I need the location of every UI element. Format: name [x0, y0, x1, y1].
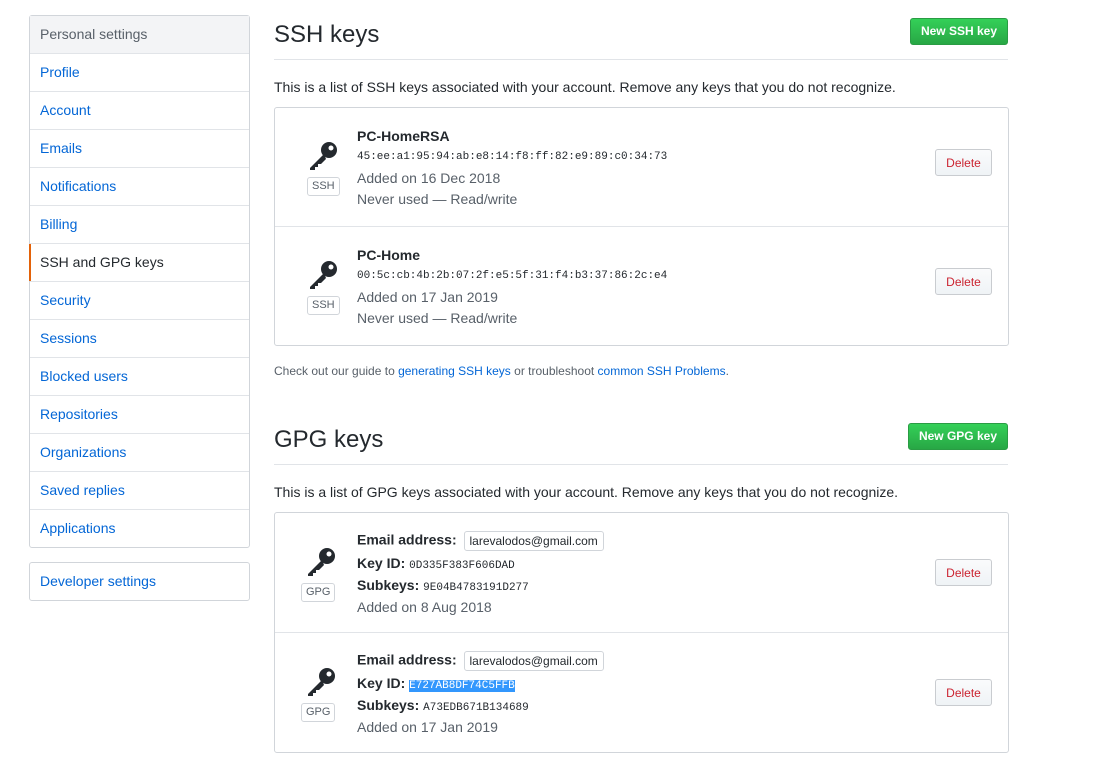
gpg-subkeys-line: Subkeys: A73EDB671B134689	[357, 697, 529, 714]
sidebar-item-applications[interactable]: Applications	[30, 510, 249, 547]
gpg-keys-list: GPG Email address: larevalodos@gmail.com…	[274, 512, 1009, 753]
sidebar-item-billing[interactable]: Billing	[30, 206, 249, 244]
new-gpg-key-button[interactable]: New GPG key	[907, 423, 1008, 450]
gpg-email-badge: larevalodos@gmail.com	[463, 651, 604, 671]
ssh-key-usage: Never used — Read/write	[357, 191, 518, 207]
gpg-section-header: GPG keys New GPG key	[274, 419, 1008, 465]
gpg-key-type-badge: GPG	[301, 703, 336, 722]
new-ssh-key-button[interactable]: New SSH key	[909, 18, 1008, 45]
sidebar-item-organizations[interactable]: Organizations	[30, 434, 249, 472]
sidebar-item-profile[interactable]: Profile	[30, 54, 249, 92]
ssh-help-text: Check out our guide to generating SSH ke…	[274, 364, 729, 378]
subkeys-label: Subkeys:	[357, 697, 420, 713]
sidebar-heading: Personal settings	[30, 16, 249, 54]
ssh-key-row: SSH PC-HomeRSA 45:ee:a1:95:94:ab:e8:14:f…	[275, 108, 1008, 227]
key-id-label: Key ID:	[357, 675, 406, 691]
generating-ssh-keys-link[interactable]: generating SSH keys	[398, 364, 511, 378]
ssh-key-added-date: Added on 17 Jan 2019	[357, 289, 498, 305]
subkeys-label: Subkeys:	[357, 577, 420, 593]
common-ssh-problems-link[interactable]: common SSH Problems	[598, 364, 726, 378]
delete-ssh-key-button[interactable]: Delete	[935, 149, 992, 176]
sidebar-item-repositories[interactable]: Repositories	[30, 396, 249, 434]
ssh-key-type-badge: SSH	[307, 296, 340, 315]
settings-sidebar: Personal settings Profile Account Emails…	[29, 15, 250, 548]
gpg-keys-title: GPG keys	[274, 426, 384, 453]
ssh-key-name: PC-Home	[357, 247, 421, 263]
email-address-label: Email address:	[357, 651, 457, 668]
key-icon	[310, 142, 337, 170]
ssh-keys-list: SSH PC-HomeRSA 45:ee:a1:95:94:ab:e8:14:f…	[274, 107, 1009, 346]
gpg-key-added-date: Added on 8 Aug 2018	[357, 599, 492, 615]
ssh-key-row: SSH PC-Home 00:5c:cb:4b:2b:07:2f:e5:5f:3…	[275, 227, 1008, 345]
gpg-key-id-line: Key ID: 0D335F383F606DAD	[357, 555, 515, 572]
gpg-key-id: 0D335F383F606DAD	[409, 560, 515, 572]
ssh-key-fingerprint: 45:ee:a1:95:94:ab:e8:14:f8:ff:82:e9:89:c…	[357, 151, 668, 163]
sidebar-item-security[interactable]: Security	[30, 282, 249, 320]
ssh-intro-text: This is a list of SSH keys associated wi…	[274, 79, 896, 95]
ssh-help-prefix: Check out our guide to	[274, 364, 399, 378]
key-icon	[308, 668, 335, 696]
ssh-help-suffix: .	[725, 364, 729, 378]
key-id-label: Key ID:	[357, 555, 406, 571]
gpg-key-row: GPG Email address: larevalodos@gmail.com…	[275, 633, 1008, 752]
gpg-key-type-badge: GPG	[301, 583, 336, 602]
ssh-section-header: SSH keys New SSH key	[274, 14, 1008, 60]
gpg-key-id: E727AB8DF74C5FFB	[409, 680, 515, 692]
ssh-help-middle: or troubleshoot	[510, 364, 598, 378]
sidebar-item-sessions[interactable]: Sessions	[30, 320, 249, 358]
ssh-key-name: PC-HomeRSA	[357, 128, 450, 144]
developer-settings-menu: Developer settings	[29, 562, 250, 601]
gpg-email-badge: larevalodos@gmail.com	[463, 531, 604, 551]
gpg-email-line: Email address: larevalodos@gmail.com	[357, 651, 604, 671]
ssh-key-type-badge: SSH	[307, 177, 340, 196]
gpg-key-id-line: Key ID: E727AB8DF74C5FFB	[357, 675, 515, 692]
sidebar-item-ssh-gpg-keys[interactable]: SSH and GPG keys	[29, 244, 249, 282]
delete-ssh-key-button[interactable]: Delete	[935, 268, 992, 295]
key-icon	[310, 261, 337, 289]
sidebar-item-developer-settings[interactable]: Developer settings	[30, 563, 249, 600]
sidebar-item-notifications[interactable]: Notifications	[30, 168, 249, 206]
sidebar-item-blocked-users[interactable]: Blocked users	[30, 358, 249, 396]
gpg-key-row: GPG Email address: larevalodos@gmail.com…	[275, 513, 1008, 633]
delete-gpg-key-button[interactable]: Delete	[935, 679, 992, 706]
sidebar-item-account[interactable]: Account	[30, 92, 249, 130]
delete-gpg-key-button[interactable]: Delete	[935, 559, 992, 586]
email-address-label: Email address:	[357, 531, 457, 548]
sidebar-item-emails[interactable]: Emails	[30, 130, 249, 168]
ssh-key-usage: Never used — Read/write	[357, 310, 518, 326]
ssh-key-added-date: Added on 16 Dec 2018	[357, 170, 501, 186]
gpg-subkeys: A73EDB671B134689	[423, 702, 529, 714]
gpg-intro-text: This is a list of GPG keys associated wi…	[274, 484, 899, 500]
ssh-key-fingerprint: 00:5c:cb:4b:2b:07:2f:e5:5f:31:f4:b3:37:8…	[357, 270, 668, 282]
gpg-subkeys-line: Subkeys: 9E04B4783191D277	[357, 577, 529, 594]
gpg-subkeys: 9E04B4783191D277	[423, 582, 529, 594]
ssh-keys-title: SSH keys	[274, 21, 380, 48]
sidebar-item-saved-replies[interactable]: Saved replies	[30, 472, 249, 510]
gpg-email-line: Email address: larevalodos@gmail.com	[357, 531, 604, 551]
gpg-key-added-date: Added on 17 Jan 2019	[357, 719, 498, 735]
key-icon	[308, 548, 335, 576]
